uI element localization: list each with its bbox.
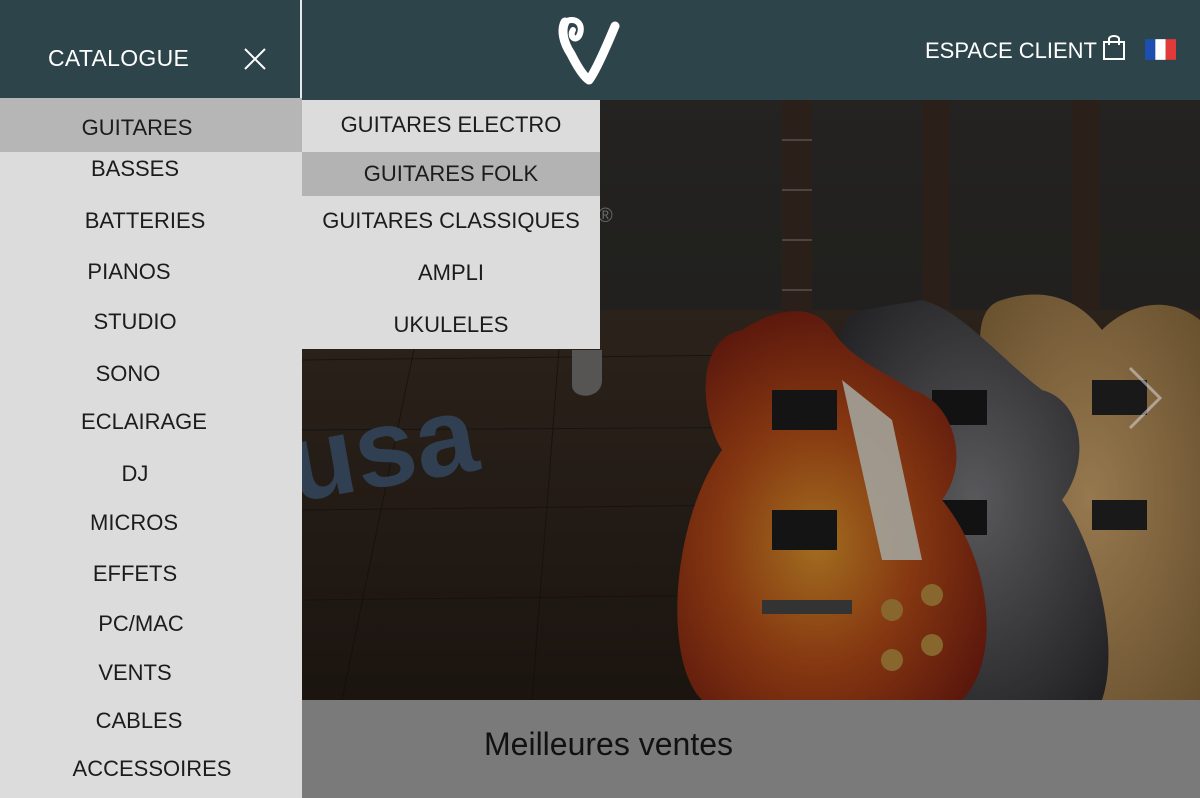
menu-item-label: DJ <box>121 461 149 486</box>
menu-item-label: BATTERIES <box>84 208 206 233</box>
menu-item-label: MICROS <box>90 510 178 535</box>
submenu-item-guitares-classiques[interactable]: GUITARES CLASSIQUES <box>302 208 600 238</box>
menu-item-label: SONO <box>95 361 161 386</box>
menu-item-accessoires[interactable]: ACCESSOIRES <box>0 756 302 786</box>
menu-item-basses[interactable]: BASSES <box>0 156 302 186</box>
menu-item-label: EFFETS <box>92 561 178 586</box>
menu-item-label: CABLES <box>95 708 183 733</box>
guitares-submenu: GUITARES ELECTRO GUITARES FOLK GUITARES … <box>302 100 600 349</box>
close-icon[interactable] <box>243 47 267 71</box>
menu-item-sono[interactable]: SONO <box>0 361 302 391</box>
menu-item-studio[interactable]: STUDIO <box>0 309 302 339</box>
menu-item-cables[interactable]: CABLES <box>0 708 302 738</box>
menu-item-label: PIANOS <box>87 259 171 284</box>
catalogue-header: CATALOGUE <box>0 0 302 98</box>
best-sellers-title: Meilleures ventes <box>484 726 733 762</box>
menu-item-label: GUITARES <box>81 115 193 140</box>
menu-item-batteries[interactable]: BATTERIES <box>0 208 302 238</box>
menu-item-guitares[interactable]: GUITARES <box>0 98 302 152</box>
menu-item-effets[interactable]: EFFETS <box>0 561 302 591</box>
menu-item-label: ECLAIRAGE <box>81 409 207 434</box>
menu-item-label: PC/MAC <box>98 611 184 636</box>
submenu-item-guitares-folk[interactable]: GUITARES FOLK <box>302 152 600 196</box>
french-flag-icon[interactable] <box>1145 39 1176 60</box>
menu-item-label: VENTS <box>98 660 172 685</box>
catalogue-menu: GUITARES BASSES BATTERIES PIANOS STUDIO … <box>0 98 302 798</box>
shopping-bag-icon[interactable] <box>1102 33 1126 61</box>
menu-item-eclairage[interactable]: ECLAIRAGE <box>0 409 302 439</box>
site-header: CATALOGUE ESPACE CLIENT <box>0 0 1200 100</box>
menu-item-micros[interactable]: MICROS <box>0 510 302 540</box>
best-sellers-section: Meilleures ventes <box>302 700 1200 798</box>
menu-item-pc-mac[interactable]: PC/MAC <box>0 611 302 641</box>
submenu-item-guitares-electro[interactable]: GUITARES ELECTRO <box>302 112 600 142</box>
logo[interactable] <box>555 14 625 86</box>
menu-item-dj[interactable]: DJ <box>0 461 302 491</box>
submenu-item-ampli[interactable]: AMPLI <box>302 260 600 290</box>
menu-item-label: BASSES <box>90 156 180 181</box>
catalogue-title: CATALOGUE <box>48 45 190 71</box>
menu-item-vents[interactable]: VENTS <box>0 660 302 690</box>
menu-item-pianos[interactable]: PIANOS <box>0 259 302 289</box>
menu-item-label: ACCESSOIRES <box>72 756 232 781</box>
submenu-item-ukuleles[interactable]: UKULELES <box>302 312 600 342</box>
menu-item-label: STUDIO <box>93 309 177 334</box>
account-link[interactable]: ESPACE CLIENT <box>925 38 1097 64</box>
